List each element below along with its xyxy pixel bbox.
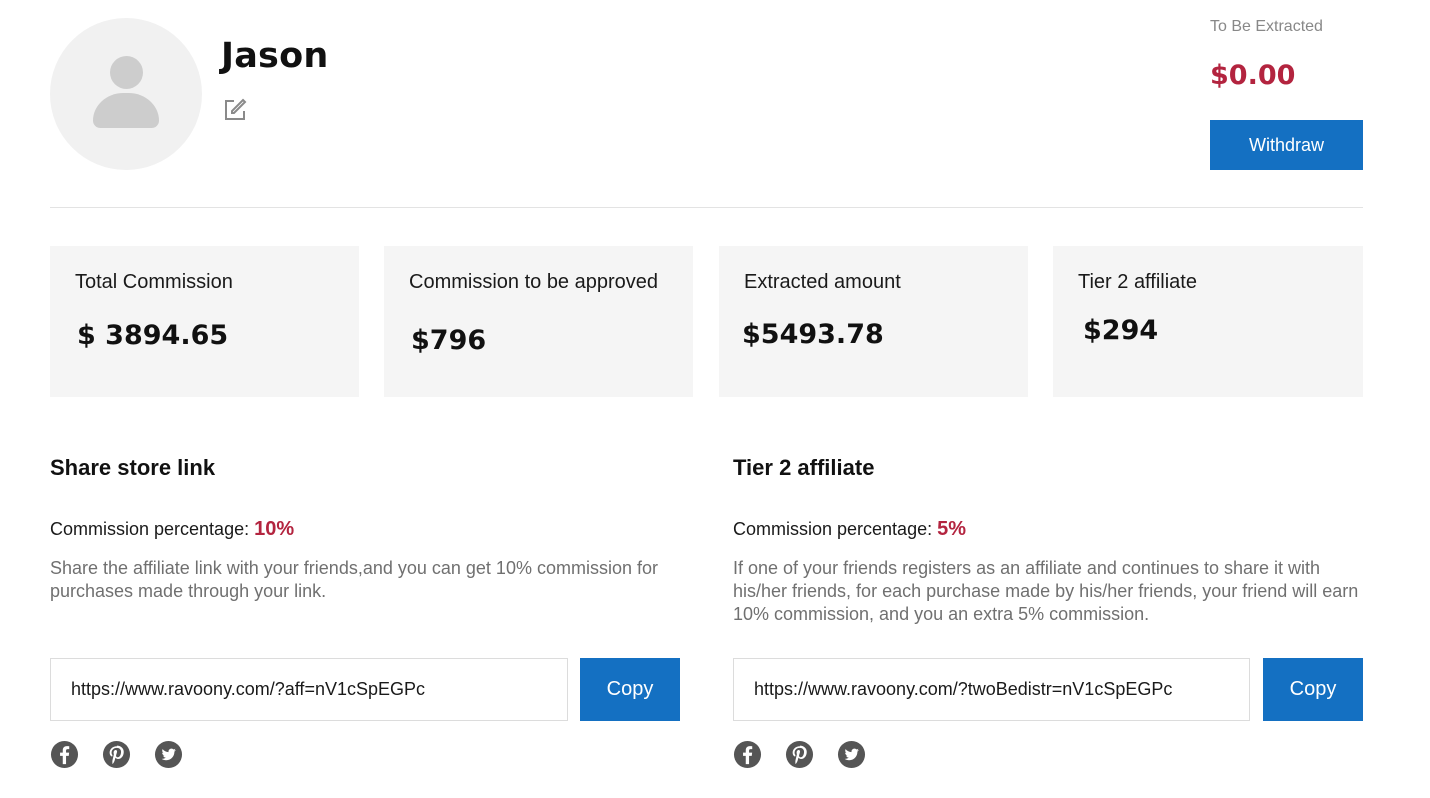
avatar-head-shape: [110, 56, 143, 89]
user-name: Jason: [221, 36, 329, 76]
stat-label: Total Commission: [75, 271, 233, 293]
facebook-icon[interactable]: [50, 740, 79, 769]
avatar-body-shape: [93, 93, 159, 128]
twitter-icon[interactable]: [837, 740, 866, 769]
tier2-link-input[interactable]: [733, 658, 1250, 721]
tier2-social-links: [733, 740, 883, 770]
balance-label: To Be Extracted: [1210, 18, 1323, 35]
tier2-description: If one of your friends registers as an a…: [733, 558, 1359, 624]
profile-header: Jason To Be Extracted $0.00 Withdraw: [50, 18, 1363, 188]
share-store-link-input[interactable]: [50, 658, 568, 721]
stat-value: $ 3894.65: [77, 320, 229, 351]
pinterest-icon[interactable]: [102, 740, 131, 769]
stat-label: Tier 2 affiliate: [1078, 271, 1197, 293]
withdraw-button[interactable]: Withdraw: [1210, 120, 1363, 170]
twitter-icon[interactable]: [154, 740, 183, 769]
share-store-copy-button[interactable]: Copy: [580, 658, 680, 721]
edit-icon[interactable]: [223, 98, 247, 122]
rate-value: 10%: [254, 518, 295, 540]
pinterest-icon[interactable]: [785, 740, 814, 769]
stats-row: Total Commission $ 3894.65 Commission to…: [50, 246, 1363, 397]
stat-card-tier2-affiliate: Tier 2 affiliate $294: [1053, 246, 1363, 397]
tier2-title: Tier 2 affiliate: [733, 455, 875, 480]
avatar[interactable]: [50, 18, 202, 170]
rate-label: Commission percentage:: [50, 519, 250, 539]
balance-amount: $0.00: [1210, 60, 1296, 91]
rate-label: Commission percentage:: [733, 519, 933, 539]
share-store-rate: Commission percentage: 10%: [50, 518, 294, 541]
stat-card-commission-to-approve: Commission to be approved $796: [384, 246, 693, 397]
share-store-social-links: [50, 740, 200, 770]
stat-card-total-commission: Total Commission $ 3894.65: [50, 246, 359, 397]
tier2-copy-button[interactable]: Copy: [1263, 658, 1363, 721]
share-store-description: Share the affiliate link with your frien…: [50, 558, 658, 601]
facebook-icon[interactable]: [733, 740, 762, 769]
share-store-title: Share store link: [50, 455, 216, 480]
stat-value: $294: [1083, 315, 1159, 346]
section-divider: [50, 207, 1363, 208]
stat-label: Commission to be approved: [409, 271, 659, 293]
tier2-rate: Commission percentage: 5%: [733, 518, 966, 541]
stat-label: Extracted amount: [744, 271, 901, 293]
stat-card-extracted-amount: Extracted amount $5493.78: [719, 246, 1028, 397]
rate-value: 5%: [937, 518, 967, 540]
stat-value: $5493.78: [742, 319, 884, 350]
stat-value: $796: [411, 325, 487, 356]
